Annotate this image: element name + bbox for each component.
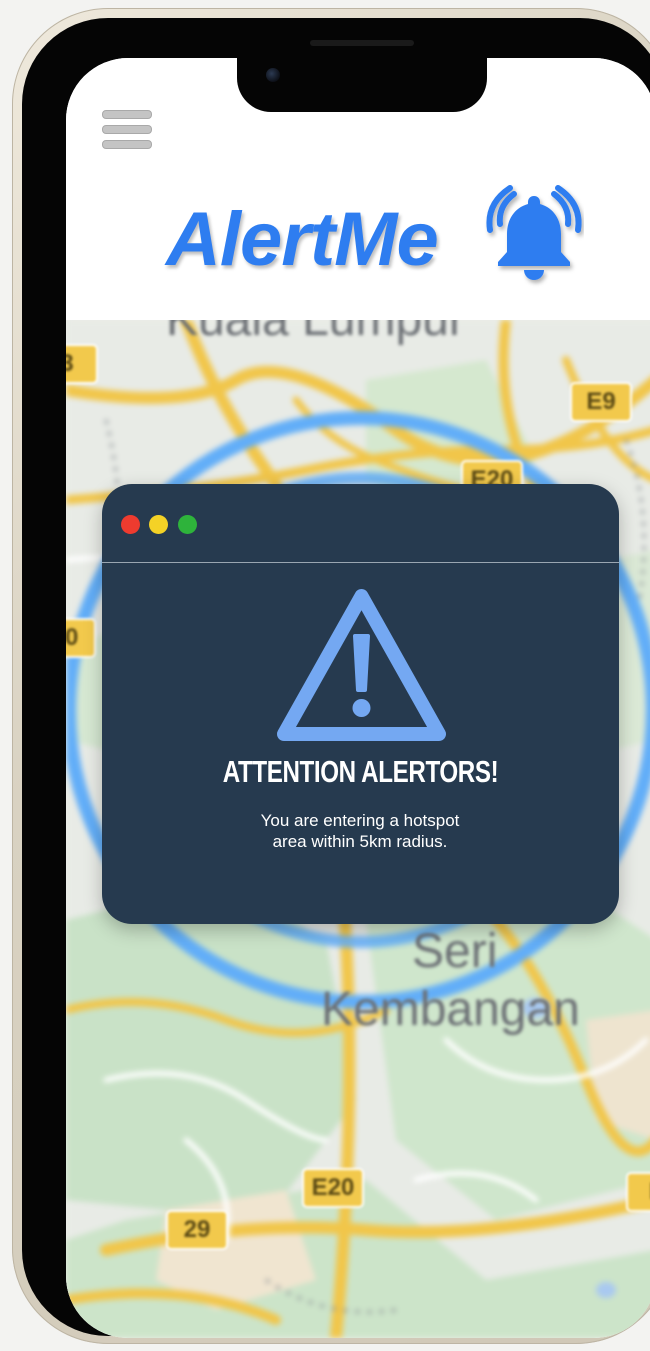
warning-triangle-icon bbox=[277, 589, 446, 741]
alert-title: ATTENTION ALERTORS! bbox=[222, 754, 499, 789]
menu-bar bbox=[102, 125, 152, 134]
title-bar-divider bbox=[102, 562, 619, 563]
brand-logo: AlertMe bbox=[166, 185, 586, 290]
alarm-bell-icon bbox=[486, 185, 582, 280]
alert-message-line: area within 5km radius. bbox=[272, 832, 448, 851]
minimize-window-button[interactable] bbox=[149, 515, 168, 534]
road-badge: E20 bbox=[302, 1168, 364, 1208]
road-badge: 3 bbox=[66, 344, 98, 384]
road-badge: E bbox=[626, 1172, 650, 1212]
road-badge: 30 bbox=[66, 618, 96, 658]
hamburger-menu-icon[interactable] bbox=[102, 108, 152, 150]
road-badge: 29 bbox=[166, 1210, 228, 1250]
menu-bar bbox=[102, 110, 152, 119]
alert-dialog: ATTENTION ALERTORS! You are entering a h… bbox=[102, 484, 619, 924]
road-badge: E9 bbox=[570, 382, 632, 422]
app-mockup: AlertMe Seri Kembangan E9 E20 E20 29 3 0… bbox=[0, 0, 650, 1351]
map-label-top: Kuala Lumpur bbox=[166, 320, 465, 347]
alert-message: You are entering a hotspot area within 5… bbox=[210, 810, 510, 852]
close-window-button[interactable] bbox=[121, 515, 140, 534]
alert-message-line: You are entering a hotspot bbox=[260, 811, 460, 830]
map-label-kembangan: Kembangan bbox=[321, 983, 580, 1036]
map-label-seri: Seri bbox=[412, 925, 498, 978]
phone-screen: AlertMe Seri Kembangan E9 E20 E20 29 3 0… bbox=[66, 58, 650, 1338]
phone-bezel: AlertMe Seri Kembangan E9 E20 E20 29 3 0… bbox=[22, 18, 650, 1338]
menu-bar bbox=[102, 140, 152, 149]
brand-name: AlertMe bbox=[166, 197, 439, 282]
maximize-window-button[interactable] bbox=[178, 515, 197, 534]
speaker-grille bbox=[310, 40, 414, 46]
front-camera-icon bbox=[266, 68, 280, 82]
